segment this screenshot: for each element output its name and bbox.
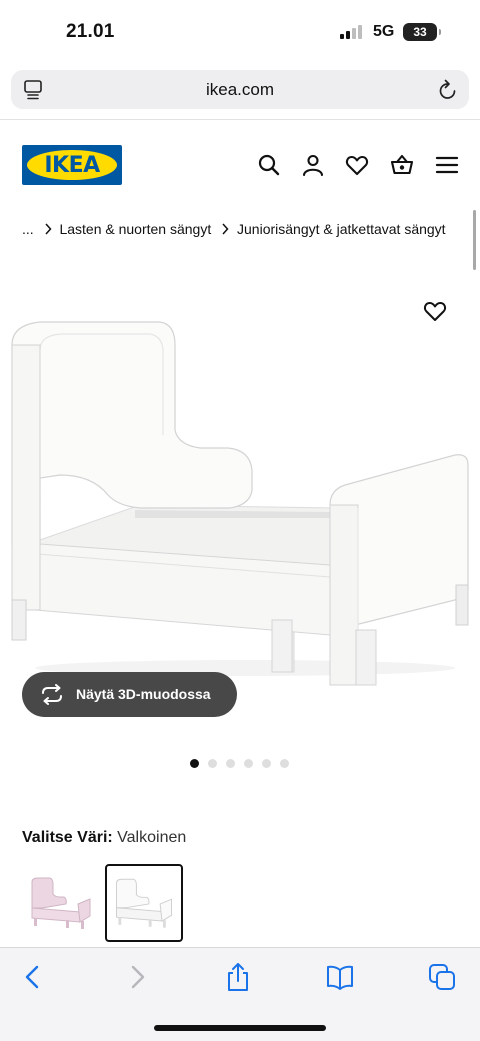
breadcrumb: ... Lasten & nuorten sängyt Juniorisängy… xyxy=(22,220,446,237)
status-time: 21.01 xyxy=(66,21,115,42)
bookmarks-icon[interactable] xyxy=(325,962,355,992)
share-icon[interactable] xyxy=(223,962,253,992)
carousel-dot[interactable] xyxy=(280,759,289,768)
breadcrumb-item[interactable]: Lasten & nuorten sängyt xyxy=(59,221,211,237)
carousel-dot[interactable] xyxy=(244,759,253,768)
product-image[interactable] xyxy=(0,290,480,690)
reload-icon[interactable] xyxy=(438,79,458,101)
logo-text: IKEA xyxy=(44,153,100,178)
rotate-3d-icon xyxy=(42,684,62,705)
forward-icon[interactable] xyxy=(122,962,152,992)
chevron-right-icon xyxy=(45,223,52,235)
swatch-pink[interactable] xyxy=(22,864,100,942)
swatch-white[interactable] xyxy=(105,864,183,942)
carousel-dot[interactable] xyxy=(208,759,217,768)
divider xyxy=(0,119,480,120)
view-3d-button[interactable]: Näytä 3D-muodossa xyxy=(22,672,237,717)
network-type: 5G xyxy=(373,23,395,40)
url-text[interactable]: ikea.com xyxy=(11,80,469,100)
color-selector-label: Valitse Väri: Valkoinen xyxy=(22,829,186,847)
address-bar[interactable]: ikea.com xyxy=(11,70,469,109)
white-bed-thumbnail xyxy=(116,878,172,928)
ikea-logo[interactable]: IKEA xyxy=(22,145,122,185)
status-bar: 21.01 5G 33 xyxy=(0,0,480,62)
scrollbar[interactable] xyxy=(473,210,476,270)
search-icon[interactable] xyxy=(256,152,282,178)
color-value: Valkoinen xyxy=(117,829,187,846)
back-icon[interactable] xyxy=(18,962,48,992)
chevron-right-icon xyxy=(222,223,229,235)
menu-icon[interactable] xyxy=(434,152,460,178)
carousel-dot[interactable] xyxy=(262,759,271,768)
tabs-icon[interactable] xyxy=(427,962,457,992)
cellular-signal-icon xyxy=(340,25,366,39)
basket-icon[interactable] xyxy=(389,152,415,178)
account-icon[interactable] xyxy=(300,152,326,178)
carousel-dot[interactable] xyxy=(190,759,199,768)
breadcrumb-item[interactable]: Juniorisängyt & jatkettavat sängyt xyxy=(237,221,446,237)
view-3d-label: Näytä 3D-muodossa xyxy=(76,686,211,702)
home-indicator xyxy=(154,1025,326,1031)
breadcrumb-ellipsis[interactable]: ... xyxy=(22,221,34,237)
heart-icon[interactable] xyxy=(344,152,370,178)
battery-icon: 33 xyxy=(403,23,441,41)
color-label: Valitse Väri: xyxy=(22,829,113,846)
wishlist-heart-icon[interactable] xyxy=(422,298,448,324)
carousel-dot[interactable] xyxy=(226,759,235,768)
pink-bed-thumbnail xyxy=(31,877,91,929)
